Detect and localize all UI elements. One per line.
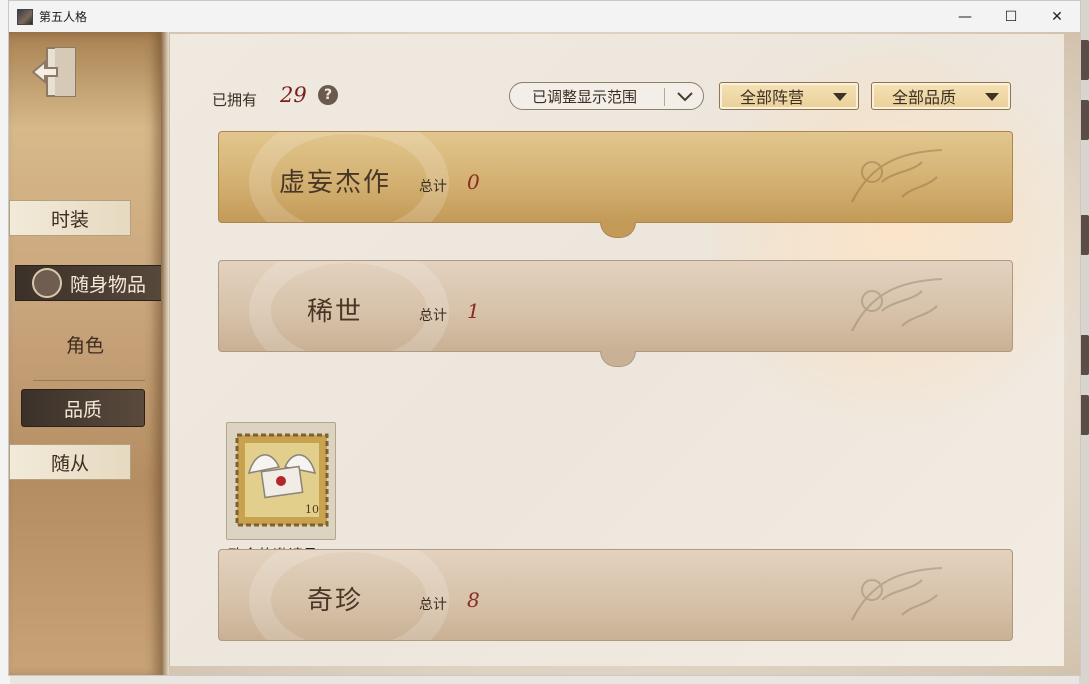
game-window: 第五人格 — ☐ ✕ 时装 随身物品 角色 品质 随从 已拥有 29 ? 已调整… bbox=[8, 0, 1081, 676]
quality-dropdown[interactable]: 全部品质 bbox=[871, 82, 1011, 110]
display-range-dropdown[interactable]: 已调整显示范围 bbox=[509, 82, 704, 110]
dropdown-value: 全部品质 bbox=[892, 88, 957, 107]
group-total-label: 总计 bbox=[419, 597, 447, 613]
dropdown-value: 已调整显示范围 bbox=[532, 87, 638, 106]
sidebar-item-fashion[interactable]: 时装 bbox=[9, 200, 131, 236]
item-card[interactable]: 10 bbox=[226, 422, 336, 540]
sidebar: 时装 随身物品 角色 品质 随从 bbox=[9, 32, 177, 675]
owned-count: 29 bbox=[280, 83, 307, 107]
help-icon[interactable]: ? bbox=[318, 85, 338, 105]
winged-envelope-stamp-icon: 10 bbox=[235, 433, 329, 527]
app-icon bbox=[17, 8, 33, 25]
chevron-down-icon bbox=[677, 92, 693, 102]
svg-text:10: 10 bbox=[305, 503, 319, 516]
sidebar-divider bbox=[33, 380, 145, 381]
group-count: 0 bbox=[467, 170, 480, 194]
group-banner-masterpiece[interactable]: 虚妄杰作 总计 0 bbox=[218, 131, 1013, 223]
dropdown-value: 全部阵营 bbox=[740, 88, 805, 107]
group-total-label: 总计 bbox=[419, 179, 447, 195]
banner-notch bbox=[600, 351, 636, 367]
title-bar[interactable]: 第五人格 — ☐ ✕ bbox=[9, 1, 1080, 32]
chevron-down-icon bbox=[833, 93, 847, 101]
sidebar-item-label: 品质 bbox=[63, 398, 102, 421]
chevron-down-icon bbox=[985, 93, 999, 101]
camp-dropdown[interactable]: 全部阵营 bbox=[719, 82, 859, 110]
sidebar-item-character[interactable]: 角色 bbox=[29, 328, 141, 360]
maximize-button[interactable]: ☐ bbox=[988, 1, 1034, 32]
sidebar-item-label: 随从 bbox=[50, 452, 89, 475]
group-title: 奇珍 bbox=[307, 586, 364, 616]
sidebar-item-accessories[interactable]: 随身物品 bbox=[15, 265, 177, 301]
exit-door-icon[interactable] bbox=[29, 44, 79, 100]
group-title: 虚妄杰作 bbox=[279, 168, 392, 198]
group-count: 8 bbox=[467, 588, 480, 612]
close-button[interactable]: ✕ bbox=[1034, 1, 1080, 32]
group-total-label: 总计 bbox=[419, 308, 447, 324]
shield-emblem-icon bbox=[32, 268, 62, 298]
sidebar-item-quality[interactable]: 品质 bbox=[21, 389, 145, 427]
content-panel: 已拥有 29 ? 已调整显示范围 全部阵营 全部品质 虚妄杰作 总计 0 稀世 … bbox=[169, 32, 1080, 666]
banner-notch bbox=[600, 222, 636, 238]
group-count: 1 bbox=[467, 299, 480, 323]
sidebar-item-label: 角色 bbox=[65, 334, 104, 357]
owned-label: 已拥有 bbox=[212, 91, 258, 109]
sidebar-item-follower[interactable]: 随从 bbox=[9, 444, 131, 480]
sidebar-item-label: 随身物品 bbox=[70, 273, 147, 296]
group-banner-treasure[interactable]: 奇珍 总计 8 bbox=[218, 549, 1013, 641]
group-title: 稀世 bbox=[307, 297, 364, 327]
game-viewport: 时装 随身物品 角色 品质 随从 已拥有 29 ? 已调整显示范围 全部阵营 全… bbox=[9, 32, 1080, 675]
sidebar-item-label: 时装 bbox=[50, 208, 89, 231]
window-title: 第五人格 bbox=[39, 10, 88, 24]
minimize-button[interactable]: — bbox=[942, 1, 988, 32]
group-banner-rare[interactable]: 稀世 总计 1 bbox=[218, 260, 1013, 352]
